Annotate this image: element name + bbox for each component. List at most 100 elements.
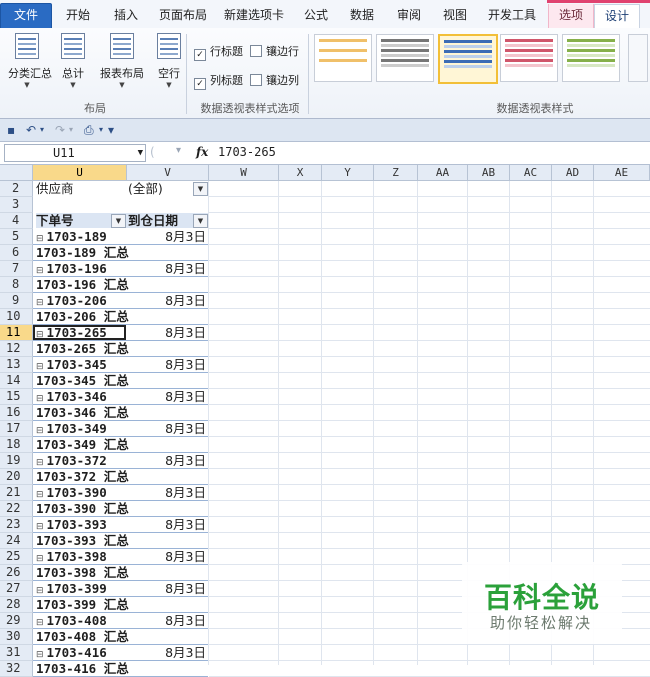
row-header-9[interactable]: 9 <box>0 293 33 309</box>
row-header-26[interactable]: 26 <box>0 565 33 581</box>
arrival-date-cell[interactable]: 8月3日 <box>127 293 208 308</box>
arrival-date-cell[interactable]: 8月3日 <box>127 389 208 404</box>
subtotal-row-label[interactable]: 1703-206 汇总 <box>36 309 129 324</box>
subtotal-row-label[interactable]: 1703-416 汇总 <box>36 661 129 676</box>
pivot-style-swatch[interactable] <box>376 34 434 82</box>
arrival-date-cell[interactable]: 8月3日 <box>127 613 208 628</box>
collapse-icon[interactable]: ⊟ <box>36 394 44 404</box>
filter-dropdown-icon[interactable]: ▼ <box>193 182 208 196</box>
collapse-icon[interactable]: ⊟ <box>36 490 44 500</box>
select-all-corner[interactable] <box>0 165 33 181</box>
date-filter-dropdown-icon[interactable]: ▼ <box>193 214 208 228</box>
filter-field-label[interactable]: 供应商 <box>36 181 74 196</box>
style-gallery-scroll[interactable] <box>628 34 648 82</box>
column-header-u[interactable]: U <box>33 165 127 181</box>
column-header-y[interactable]: Y <box>322 165 374 181</box>
subtotal-row-label[interactable]: 1703-189 汇总 <box>36 245 129 260</box>
collapse-icon[interactable]: ⊟ <box>36 266 44 276</box>
subtotal-row-label[interactable]: 1703-349 汇总 <box>36 437 129 452</box>
subtotal-row-label[interactable]: 1703-393 汇总 <box>36 533 129 548</box>
tab-7[interactable]: 审阅 <box>388 4 430 28</box>
subtotal-row-label[interactable]: 1703-390 汇总 <box>36 501 129 516</box>
tab-2[interactable]: 插入 <box>104 4 148 28</box>
row-header-11[interactable]: 11 <box>0 325 33 341</box>
column-header-x[interactable]: X <box>279 165 322 181</box>
column-header-ac[interactable]: AC <box>510 165 552 181</box>
column-header-v[interactable]: V <box>127 165 209 181</box>
row-header-15[interactable]: 15 <box>0 389 33 405</box>
row-header-29[interactable]: 29 <box>0 613 33 629</box>
banded-columns-checkbox[interactable]: 镶边列 <box>250 72 299 88</box>
row-header-8[interactable]: 8 <box>0 277 33 293</box>
report-layout-button[interactable]: 报表布局 ▼ <box>100 33 144 91</box>
row-header-25[interactable]: 25 <box>0 549 33 565</box>
row-header-18[interactable]: 18 <box>0 437 33 453</box>
subtotal-row-label[interactable]: 1703-408 汇总 <box>36 629 129 644</box>
fx-icon[interactable]: fx <box>196 145 208 159</box>
collapse-icon[interactable]: ⊟ <box>36 362 44 372</box>
row-header-17[interactable]: 17 <box>0 421 33 437</box>
pivot-style-swatch[interactable] <box>500 34 558 82</box>
column-header-ad[interactable]: AD <box>552 165 594 181</box>
row-header-20[interactable]: 20 <box>0 469 33 485</box>
row-header-13[interactable]: 13 <box>0 357 33 373</box>
grand-totals-button[interactable]: 总计 ▼ <box>54 33 92 91</box>
collapse-icon[interactable]: ⊟ <box>36 298 44 308</box>
row-header-31[interactable]: 31 <box>0 645 33 661</box>
dropdown-arrow-icon[interactable]: ▾ <box>40 122 44 138</box>
filter-value[interactable]: (全部) <box>128 181 163 196</box>
arrival-date-cell[interactable]: 8月3日 <box>127 581 208 596</box>
collapse-icon[interactable]: ⊟ <box>36 650 44 660</box>
subtotal-row-label[interactable]: 1703-196 汇总 <box>36 277 129 292</box>
save-icon[interactable]: ▪ <box>7 122 15 138</box>
arrival-date-cell[interactable]: 8月3日 <box>127 421 208 436</box>
tab-11[interactable]: 设计 <box>594 4 640 30</box>
customize-toolbar-icon[interactable]: ▾ <box>108 122 114 138</box>
collapse-icon[interactable]: ⊟ <box>36 522 44 532</box>
tab-1[interactable]: 开始 <box>56 4 100 28</box>
row-header-7[interactable]: 7 <box>0 261 33 277</box>
arrival-date-cell[interactable]: 8月3日 <box>127 645 208 660</box>
collapse-icon[interactable]: ⊟ <box>36 618 44 628</box>
redo-icon[interactable]: ↷ <box>55 122 65 138</box>
formula-input[interactable]: 1703-265 <box>218 144 648 160</box>
row-header-6[interactable]: 6 <box>0 245 33 261</box>
row-headers-checkbox[interactable]: ✓ 行标题 <box>194 43 243 61</box>
column-header-w[interactable]: W <box>209 165 279 181</box>
row-header-3[interactable]: 3 <box>0 197 33 213</box>
tab-8[interactable]: 视图 <box>434 4 476 28</box>
subtotal-row-label[interactable]: 1703-398 汇总 <box>36 565 129 580</box>
pivot-style-swatch[interactable] <box>314 34 372 82</box>
arrival-date-cell[interactable]: 8月3日 <box>127 549 208 564</box>
subtotal-row-label[interactable]: 1703-265 汇总 <box>36 341 129 356</box>
row-header-30[interactable]: 30 <box>0 629 33 645</box>
arrival-date-cell[interactable]: 8月3日 <box>127 357 208 372</box>
pivot-style-swatch[interactable] <box>562 34 620 82</box>
subtotal-row-label[interactable]: 1703-372 汇总 <box>36 469 129 484</box>
arrival-date-cell[interactable]: 8月3日 <box>127 229 208 244</box>
tab-4[interactable]: 新建选项卡 <box>218 4 290 28</box>
pivot-style-swatch[interactable] <box>438 34 498 84</box>
row-header-16[interactable]: 16 <box>0 405 33 421</box>
arrival-date-cell[interactable]: 8月3日 <box>127 517 208 532</box>
collapse-icon[interactable]: ⊟ <box>36 458 44 468</box>
arrival-date-cell[interactable]: 8月3日 <box>127 261 208 276</box>
dropdown-arrow-icon[interactable]: ▾ <box>69 122 73 138</box>
subtotals-button[interactable]: 分类汇总 ▼ <box>8 33 52 91</box>
column-header-aa[interactable]: AA <box>418 165 468 181</box>
subtotal-row-label[interactable]: 1703-346 汇总 <box>36 405 129 420</box>
row-header-5[interactable]: 5 <box>0 229 33 245</box>
column-headers-checkbox[interactable]: ✓ 列标题 <box>194 72 243 90</box>
collapse-icon[interactable]: ⊟ <box>36 426 44 436</box>
banded-rows-checkbox[interactable]: 镶边行 <box>250 43 299 59</box>
tab-0[interactable]: 文件 <box>0 3 52 29</box>
row-header-24[interactable]: 24 <box>0 533 33 549</box>
row-header-10[interactable]: 10 <box>0 309 33 325</box>
column-header-z[interactable]: Z <box>374 165 418 181</box>
undo-icon[interactable]: ↶ <box>26 122 36 138</box>
name-box[interactable]: U11 ▼ <box>4 144 146 162</box>
row-header-4[interactable]: 4 <box>0 213 33 229</box>
collapse-icon[interactable]: ⊟ <box>36 586 44 596</box>
dropdown-arrow-icon[interactable]: ▾ <box>99 122 103 138</box>
order-filter-dropdown-icon[interactable]: ▼ <box>111 214 126 228</box>
